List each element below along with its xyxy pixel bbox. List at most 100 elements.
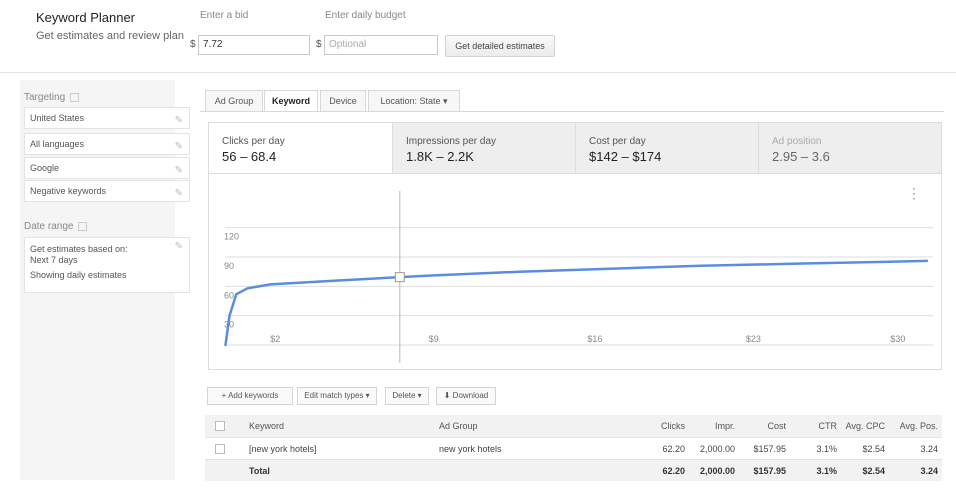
edit-match-types-label: Edit match types xyxy=(304,391,364,400)
total-label: Total xyxy=(249,466,270,476)
metrics-strip: Clicks per day 56 – 68.4 Impressions per… xyxy=(208,122,942,174)
bid-marker-handle[interactable] xyxy=(394,272,405,283)
targeting-item-language[interactable]: All languages ✎ xyxy=(24,133,190,155)
help-icon[interactable] xyxy=(78,221,88,231)
date-range-heading: Date range xyxy=(24,221,88,232)
targeting-item-label: Google xyxy=(30,163,60,173)
chevron-down-icon: ▾ xyxy=(365,391,370,400)
tab-divider xyxy=(200,111,944,112)
targeting-item-label: United States xyxy=(30,113,85,123)
metric-label: Impressions per day xyxy=(406,136,497,147)
date-range-box[interactable]: Get estimates based on: Next 7 days Show… xyxy=(24,237,190,293)
pencil-icon[interactable]: ✎ xyxy=(175,137,183,157)
chevron-down-icon: ▾ xyxy=(417,391,422,400)
column-header-keyword[interactable]: Keyword xyxy=(249,415,284,437)
pencil-icon[interactable]: ✎ xyxy=(175,241,183,252)
targeting-item-network[interactable]: Google ✎ xyxy=(24,157,190,179)
metric-ad-position[interactable]: Ad position 2.95 – 3.6 xyxy=(758,123,941,173)
chart-panel: ⋮ 30 60 90 120 $2 $9 $16 $23 $30 xyxy=(208,173,942,370)
sidebar: Targeting United States ✎ All languages … xyxy=(20,80,190,480)
add-keywords-label: Add keywords xyxy=(228,391,279,400)
download-button[interactable]: ⬇ Download xyxy=(436,387,496,405)
targeting-item-label: All languages xyxy=(30,139,85,149)
tab-keyword[interactable]: Keyword xyxy=(264,90,318,112)
targeting-heading: Targeting xyxy=(24,92,79,103)
download-label: Download xyxy=(452,391,489,400)
total-cost: $157.95 xyxy=(753,466,786,476)
delete-button[interactable]: Delete ▾ xyxy=(385,387,429,405)
total-clicks: 62.20 xyxy=(662,466,685,476)
targeting-label: Targeting xyxy=(24,92,66,103)
metric-value: 1.8K – 2.2K xyxy=(406,149,474,164)
total-avg-cpc: $2.54 xyxy=(862,466,885,476)
metric-label: Clicks per day xyxy=(222,136,285,147)
download-icon: ⬇ xyxy=(443,391,451,400)
budget-label: Enter daily budget xyxy=(325,10,406,21)
clicks-line xyxy=(224,259,929,347)
date-range-line: Get estimates based on: xyxy=(30,244,128,254)
tab-device[interactable]: Device xyxy=(320,90,366,112)
help-icon[interactable] xyxy=(69,92,79,102)
tab-location-state[interactable]: Location: State ▾ xyxy=(368,90,460,112)
budget-currency: $ xyxy=(316,39,322,50)
bid-chart[interactable]: 306090120$2 $9 $16 $23 $30 xyxy=(209,173,941,369)
total-avg-pos: 3.24 xyxy=(920,466,938,476)
edit-match-types-button[interactable]: Edit match types ▾ xyxy=(297,387,377,405)
x-tick-label: $16 xyxy=(587,334,602,344)
keyword-cell[interactable]: [new york hotels] xyxy=(249,438,317,460)
metric-value: 2.95 – 3.6 xyxy=(772,149,830,164)
pencil-icon[interactable]: ✎ xyxy=(175,161,183,181)
column-header-avg-pos[interactable]: Avg. Pos. xyxy=(885,415,938,437)
bid-label: Enter a bid xyxy=(200,10,249,21)
column-header-ctr[interactable]: CTR xyxy=(786,415,838,437)
ctr-cell: 3.1% xyxy=(816,444,837,454)
column-header-impr[interactable]: Impr. xyxy=(685,415,735,437)
x-tick-label: $2 xyxy=(270,334,280,344)
y-tick-label: 90 xyxy=(224,261,234,271)
bid-input[interactable]: 7.72 xyxy=(198,35,310,55)
metric-cost[interactable]: Cost per day $142 – $174 xyxy=(575,123,758,173)
x-tick-label: $30 xyxy=(890,334,905,344)
column-header-ad-group[interactable]: Ad Group xyxy=(439,415,478,437)
metric-impressions[interactable]: Impressions per day 1.8K – 2.2K xyxy=(392,123,575,173)
date-range-label: Date range xyxy=(24,221,74,232)
avg-pos-cell: 3.24 xyxy=(920,444,938,454)
targeting-item-negative-keywords[interactable]: Negative keywords ✎ xyxy=(24,180,190,202)
impr-cell: 2,000.00 xyxy=(699,444,735,454)
pencil-icon[interactable]: ✎ xyxy=(175,111,183,131)
total-ctr: 3.1% xyxy=(816,466,837,476)
table-row: [new york hotels] new york hotels 62.20 … xyxy=(205,437,942,459)
app-subtitle: Get estimates and review plan xyxy=(36,30,184,42)
x-tick-label: $9 xyxy=(429,334,439,344)
column-header-avg-cpc[interactable]: Avg. CPC xyxy=(837,415,885,437)
plus-icon: + xyxy=(221,391,227,400)
table-header-row: Keyword Ad Group Clicks Impr. Cost CTR A… xyxy=(205,415,942,437)
metric-value: $142 – $174 xyxy=(589,149,662,164)
pencil-icon[interactable]: ✎ xyxy=(175,184,183,204)
cost-cell: $157.95 xyxy=(753,444,786,454)
clicks-cell: 62.20 xyxy=(662,444,685,454)
row-checkbox[interactable] xyxy=(215,444,225,454)
metric-value: 56 – 68.4 xyxy=(222,149,277,164)
avg-cpc-cell: $2.54 xyxy=(862,444,885,454)
tab-ad-group[interactable]: Ad Group xyxy=(205,90,263,112)
select-all-checkbox[interactable] xyxy=(215,421,225,431)
table-total-row: Total 62.20 2,000.00 $157.95 3.1% $2.54 … xyxy=(205,459,942,481)
budget-input[interactable]: Optional xyxy=(324,35,438,55)
y-tick-label: 120 xyxy=(224,232,239,242)
targeting-item-location[interactable]: United States ✎ xyxy=(24,107,190,129)
add-keywords-button[interactable]: + Add keywords xyxy=(207,387,293,405)
column-header-cost[interactable]: Cost xyxy=(735,415,786,437)
delete-label: Delete xyxy=(392,391,416,400)
date-range-line: Next 7 days xyxy=(30,255,78,265)
total-impr: 2,000.00 xyxy=(699,466,735,476)
metric-clicks[interactable]: Clicks per day 56 – 68.4 xyxy=(209,123,392,173)
get-detailed-estimates-button[interactable]: Get detailed estimates xyxy=(445,35,555,57)
targeting-item-label: Negative keywords xyxy=(30,186,107,196)
ad-group-cell: new york hotels xyxy=(439,444,502,454)
app-title: Keyword Planner xyxy=(36,10,135,25)
metric-label: Cost per day xyxy=(589,136,646,147)
column-header-clicks[interactable]: Clicks xyxy=(605,415,685,437)
bid-currency: $ xyxy=(190,39,196,50)
date-range-line: Showing daily estimates xyxy=(30,270,127,280)
